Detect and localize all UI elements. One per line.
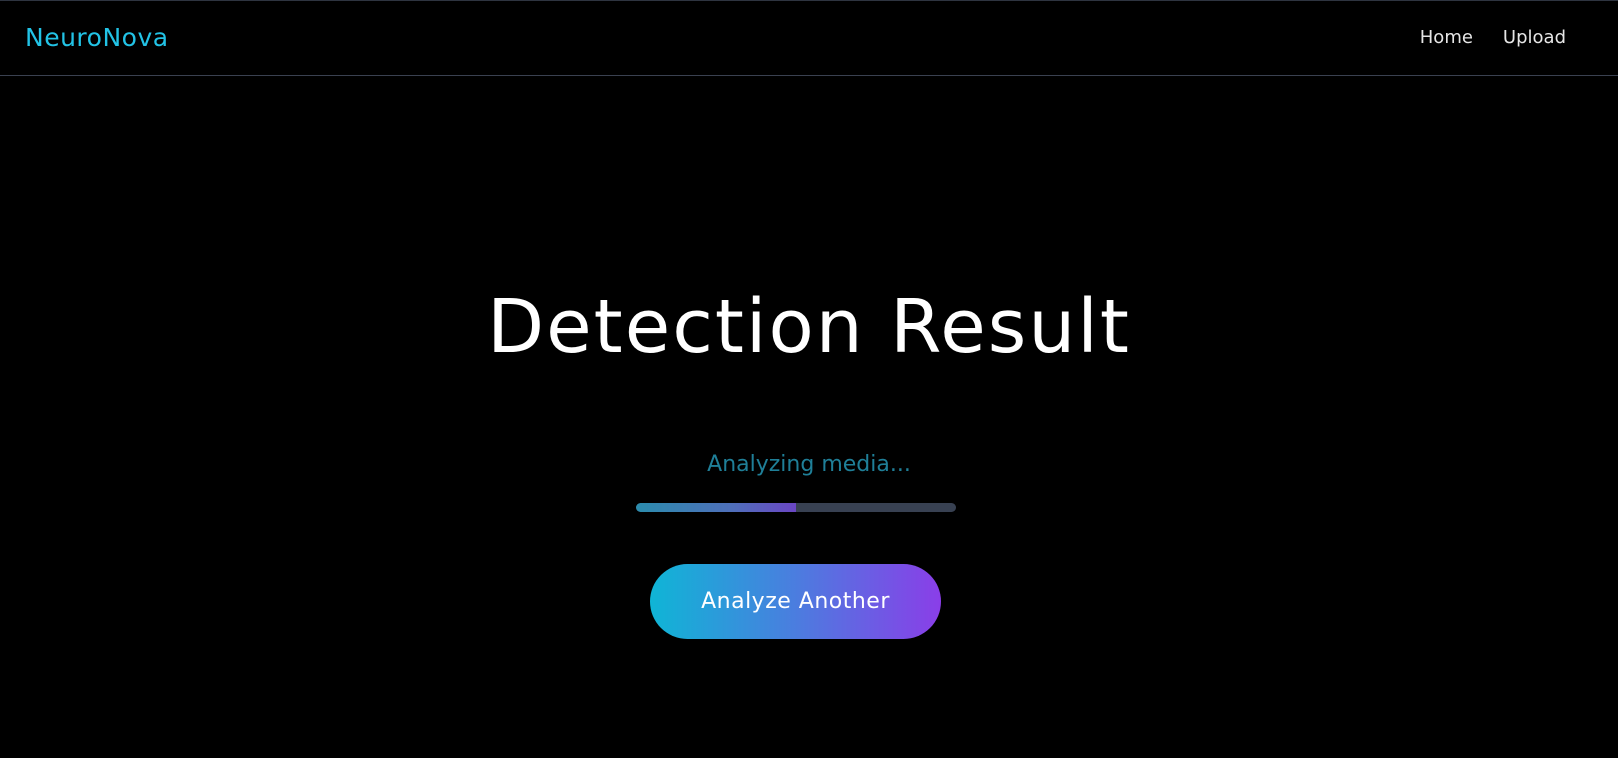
analysis-status-text: Analyzing media... — [707, 452, 911, 477]
main-content: Detection Result Analyzing media... Anal… — [0, 76, 1618, 758]
analyze-another-button[interactable]: Analyze Another — [650, 564, 941, 639]
progress-bar-fill — [636, 503, 796, 512]
nav-links: Home Upload — [1420, 27, 1566, 48]
nav-link-home[interactable]: Home — [1420, 27, 1473, 48]
brand-logo[interactable]: NeuroNova — [25, 23, 169, 52]
analysis-progress-bar — [636, 503, 956, 512]
page-title: Detection Result — [487, 284, 1131, 370]
top-navbar: NeuroNova Home Upload — [0, 0, 1618, 76]
nav-link-upload[interactable]: Upload — [1503, 27, 1566, 48]
